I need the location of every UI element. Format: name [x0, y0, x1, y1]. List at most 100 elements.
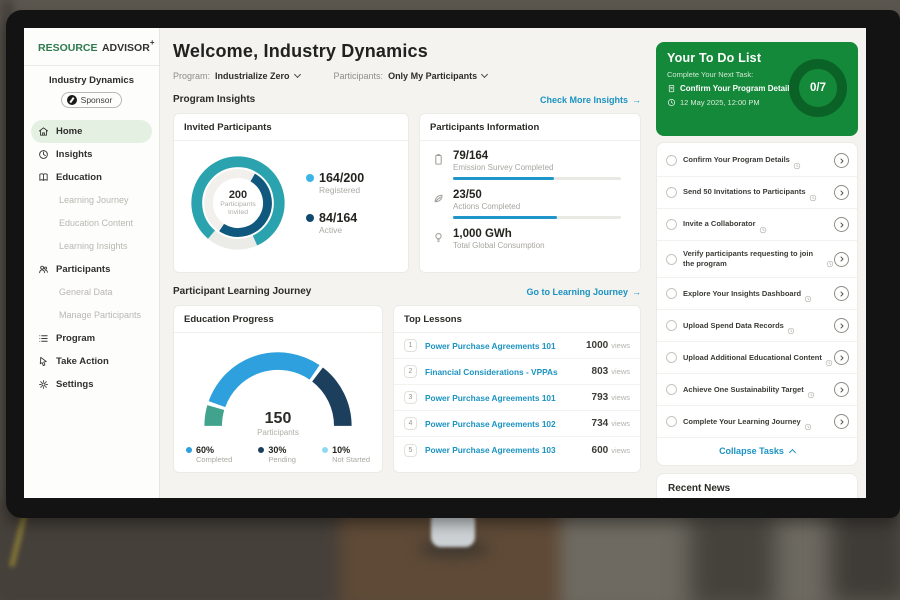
task-open-button[interactable]: [834, 350, 849, 365]
gauge-legend-item: 60% Completed: [186, 445, 232, 464]
chevron-down-icon: [293, 71, 300, 78]
lesson-views-count: 1000: [586, 340, 608, 351]
card-title: Education Progress: [174, 306, 382, 333]
task-label: Invite a Collaborator: [683, 219, 756, 229]
task-row: Complete Your Learning Journey: [657, 406, 857, 438]
lesson-views-count: 793: [592, 392, 609, 403]
task-checkbox[interactable]: [666, 254, 677, 265]
legend-dot-icon: [186, 447, 192, 453]
clock-icon: [809, 189, 817, 197]
active-label: Active: [319, 225, 364, 235]
clock-icon: [804, 290, 812, 298]
sponsor-badge: Sponsor: [61, 92, 123, 108]
legend-label: Completed: [196, 455, 232, 464]
lesson-title-link[interactable]: Power Purchase Agreements 101: [425, 393, 592, 403]
legend-registered: 164/200 Registered: [306, 171, 364, 195]
invited-donut-body: 200 Participants Invited 164/200 Registe…: [174, 141, 408, 257]
sidebar-item-label: Take Action: [56, 356, 109, 367]
lesson-title-link[interactable]: Power Purchase Agreements 103: [425, 445, 592, 455]
sidebar-item-manage-participants[interactable]: Manage Participants: [24, 304, 159, 327]
task-checkbox[interactable]: [666, 288, 677, 299]
task-row: Upload Additional Educational Content: [657, 342, 857, 374]
stat-emission-survey: 79/164 Emission Survey Completed: [420, 141, 640, 180]
gear-icon: [38, 379, 49, 390]
task-open-button[interactable]: [834, 382, 849, 397]
participants-filter-dropdown[interactable]: Participants: Only My Participants: [334, 71, 488, 81]
sidebar-item-education-content[interactable]: Education Content: [24, 212, 159, 235]
sidebar-item-education[interactable]: Education: [24, 166, 159, 189]
cursor-icon: [38, 356, 49, 367]
task-open-button[interactable]: [834, 217, 849, 232]
task-open-button[interactable]: [834, 185, 849, 200]
program-filter-dropdown[interactable]: Program: Industrialize Zero: [173, 71, 300, 81]
task-checkbox[interactable]: [666, 352, 677, 363]
collapse-tasks-link[interactable]: Collapse Tasks: [657, 438, 857, 463]
sidebar-item-label: Participants: [56, 264, 110, 275]
clock-icon: [787, 322, 795, 330]
dashboard-screen: RESOURCE ADVISOR+ Industry Dynamics Spon…: [24, 28, 866, 498]
recent-news-card: Recent News: [656, 473, 858, 498]
tasks-list: Confirm Your Program Details Send 50 Inv…: [657, 145, 857, 438]
task-checkbox[interactable]: [666, 384, 677, 395]
progress-bar-fill: [453, 216, 557, 219]
active-dot-icon: [306, 214, 314, 222]
task-open-button[interactable]: [834, 286, 849, 301]
donut-legend: 164/200 Registered 84/164 Active: [306, 171, 364, 235]
sidebar-item-learning-insights[interactable]: Learning Insights: [24, 235, 159, 258]
sidebar-item-general-data[interactable]: General Data: [24, 281, 159, 304]
task-checkbox[interactable]: [666, 416, 677, 427]
clock-icon: [825, 354, 833, 362]
lesson-rank-badge: 1: [404, 339, 417, 352]
sidebar-item-settings[interactable]: Settings: [24, 373, 159, 396]
recent-news-title: Recent News: [657, 474, 857, 498]
stat-value: 79/164: [453, 150, 621, 162]
education-progress-card: Education Progress 150 Participants: [173, 305, 383, 473]
task-checkbox[interactable]: [666, 187, 677, 198]
sidebar-item-home[interactable]: Home: [31, 120, 152, 143]
lesson-views-label: views: [611, 367, 630, 376]
sidebar-item-take-action[interactable]: Take Action: [24, 350, 159, 373]
sidebar-item-learning-journey[interactable]: Learning Journey: [24, 189, 159, 212]
sidebar-item-insights[interactable]: Insights: [24, 143, 159, 166]
lesson-title-link[interactable]: Power Purchase Agreements 101: [425, 341, 586, 351]
task-row: Achieve One Sustainability Target: [657, 374, 857, 406]
task-open-button[interactable]: [834, 318, 849, 333]
sidebar-item-label: Settings: [56, 379, 93, 390]
photo-background: [690, 515, 775, 600]
task-open-button[interactable]: [834, 414, 849, 429]
photo-background: [830, 505, 900, 600]
lesson-title-link[interactable]: Power Purchase Agreements 102: [425, 419, 592, 429]
task-open-button[interactable]: [834, 252, 849, 267]
clock-icon: [807, 386, 815, 394]
home-icon: [38, 126, 49, 137]
sidebar-item-label: Home: [56, 126, 82, 137]
task-checkbox[interactable]: [666, 219, 677, 230]
progress-bar: [453, 177, 621, 180]
task-checkbox[interactable]: [666, 155, 677, 166]
task-label: Upload Additional Educational Content: [683, 353, 822, 363]
task-label: Upload Spend Data Records: [683, 321, 784, 331]
sidebar-item-program[interactable]: Program: [24, 327, 159, 350]
stat-label: Emission Survey Completed: [453, 163, 621, 172]
check-more-insights-link[interactable]: Check More Insights →: [540, 95, 641, 105]
donut-center: 200 Participants Invited: [184, 149, 292, 257]
stat-global-consumption: 1,000 GWh Total Global Consumption: [420, 219, 640, 250]
participants-filter-label: Participants:: [334, 71, 384, 81]
legend-dot-icon: [258, 447, 264, 453]
insights-icon: [38, 149, 49, 160]
page-title: Welcome, Industry Dynamics: [173, 41, 654, 62]
lesson-rank-badge: 2: [404, 365, 417, 378]
task-open-button[interactable]: [834, 153, 849, 168]
lessons-list: 1 Power Purchase Agreements 101 1000 vie…: [394, 333, 640, 463]
go-to-learning-journey-link[interactable]: Go to Learning Journey →: [526, 287, 641, 297]
lesson-row: 1 Power Purchase Agreements 101 1000 vie…: [394, 333, 640, 359]
sidebar-item-participants[interactable]: Participants: [24, 258, 159, 281]
invited-donut-chart: 200 Participants Invited: [184, 149, 292, 257]
sponsor-icon: [67, 95, 77, 105]
task-checkbox[interactable]: [666, 320, 677, 331]
lesson-title-link[interactable]: Financial Considerations - VPPAs: [425, 367, 592, 377]
program-filter-label: Program:: [173, 71, 210, 81]
legend-dot-icon: [322, 447, 328, 453]
task-label: Confirm Your Program Details: [683, 155, 790, 165]
top-lessons-card: Top Lessons 1 Power Purchase Agreements …: [393, 305, 641, 473]
